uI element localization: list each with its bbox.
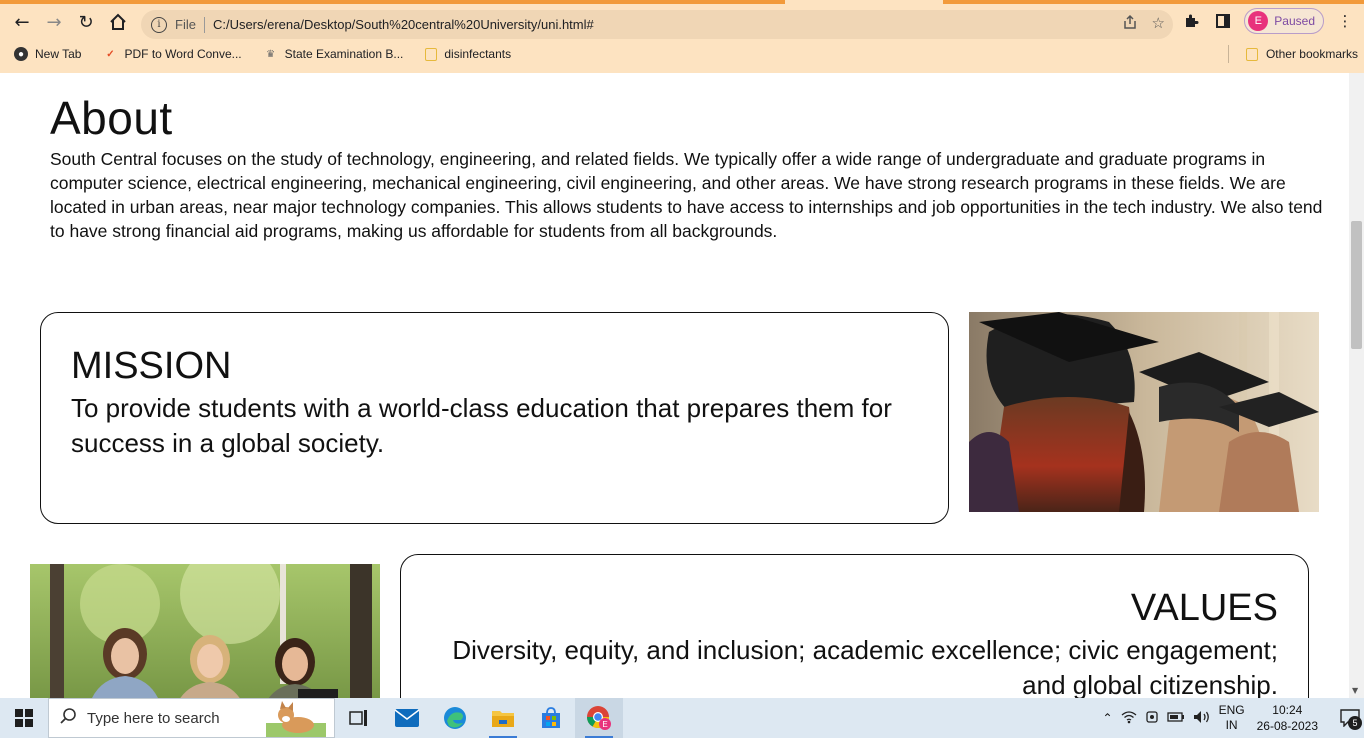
students-photo [30, 564, 380, 698]
bookmark-label: New Tab [35, 47, 82, 61]
home-icon[interactable] [102, 6, 134, 38]
mission-text: To provide students with a world-class e… [71, 393, 892, 458]
notifications-button[interactable]: 5 [1336, 698, 1364, 738]
folder-icon [1245, 47, 1258, 61]
side-panel-icon[interactable] [1212, 10, 1234, 32]
scroll-down-icon[interactable]: ▼ [1352, 686, 1358, 695]
mission-card: MISSION To provide students with a world… [40, 312, 949, 524]
network-icon[interactable] [1121, 710, 1137, 727]
about-paragraph: South Central focuses on the study of te… [50, 149, 1323, 241]
search-placeholder: Type here to search [87, 709, 220, 727]
input-language[interactable]: ENG IN [1219, 703, 1245, 733]
language-code: ENG [1218, 703, 1245, 717]
search-highlight-image [266, 701, 326, 737]
share-icon[interactable] [1122, 14, 1138, 34]
page-viewport: About South Central focuses on the study… [0, 73, 1364, 698]
clock-date: 26-08-2023 [1256, 719, 1318, 733]
emblem-icon: ♛ [266, 48, 276, 60]
globe-icon: ● [14, 47, 28, 61]
windows-logo-icon [15, 709, 33, 727]
bookmarks-bar: ● New Tab ✓ PDF to Word Conve... ♛ State… [0, 42, 1364, 66]
notification-count: 5 [1348, 716, 1362, 730]
avatar: E [1248, 11, 1269, 31]
address-divider [203, 16, 205, 33]
bookmark-disinfectants[interactable]: disinfectants [425, 47, 511, 61]
region-code: IN [1225, 718, 1238, 732]
forward-icon[interactable]: → [38, 6, 70, 38]
chrome-icon[interactable]: E [575, 698, 623, 738]
battery-icon[interactable] [1166, 711, 1185, 726]
bookmark-star-icon[interactable]: ☆ [1152, 14, 1165, 34]
other-bookmarks-label: Other bookmarks [1265, 47, 1358, 61]
url-text[interactable]: C:/Users/erena/Desktop/South%20central%2… [213, 17, 594, 32]
store-icon[interactable] [527, 698, 575, 738]
bookmarks-divider [1228, 45, 1229, 63]
browser-chrome: ← → ↻ i File C:/Users/erena/Desktop/Sout… [0, 0, 1364, 73]
chevron-up-icon[interactable]: ⌃ [1103, 711, 1113, 725]
bookmark-pdf-to-word[interactable]: ✓ PDF to Word Conve... [103, 47, 241, 61]
reload-icon[interactable]: ↻ [70, 6, 102, 38]
profile-status: Paused [1274, 14, 1315, 28]
menu-dots-icon[interactable]: ⋮ [1334, 10, 1356, 32]
other-bookmarks[interactable]: Other bookmarks [1245, 47, 1358, 61]
bookmark-label: PDF to Word Conve... [124, 47, 242, 61]
meet-now-icon[interactable] [1145, 710, 1159, 727]
windows-taskbar: Type here to search E ⌃ ENG IN 10:24 26-… [0, 698, 1364, 738]
folder-icon [425, 47, 438, 61]
bookmark-new-tab[interactable]: ● New Tab [14, 47, 81, 61]
values-text: Diversity, equity, and inclusion; academ… [452, 635, 1278, 698]
bookmark-state-examination[interactable]: ♛ State Examination B... [264, 47, 404, 61]
volume-icon[interactable] [1193, 710, 1211, 727]
edge-icon[interactable] [431, 698, 479, 738]
mail-icon[interactable] [383, 698, 431, 738]
page-scrollbar[interactable]: ▼ [1349, 73, 1364, 698]
extensions-icon[interactable] [1180, 10, 1202, 32]
mission-heading: MISSION [71, 345, 232, 387]
address-bar[interactable]: i File C:/Users/erena/Desktop/South%20ce… [141, 10, 1173, 39]
bookmark-label: State Examination B... [284, 47, 404, 61]
start-button[interactable] [0, 698, 48, 738]
about-heading: About [50, 92, 173, 144]
clock[interactable]: 10:24 26-08-2023 [1257, 702, 1318, 734]
scrollbar-thumb[interactable] [1351, 221, 1362, 349]
system-tray: ⌃ ENG IN 10:24 26-08-2023 5 [1103, 698, 1364, 738]
profile-button[interactable]: E Paused [1244, 8, 1324, 34]
values-heading: VALUES [1130, 587, 1278, 629]
taskbar-search[interactable]: Type here to search [48, 698, 335, 738]
graduation-photo [969, 312, 1319, 512]
file-explorer-icon[interactable] [479, 698, 527, 738]
values-card: VALUES Diversity, equity, and inclusion;… [400, 554, 1309, 698]
browser-toolbar: ← → ↻ i File C:/Users/erena/Desktop/Sout… [0, 4, 1364, 40]
task-view-icon[interactable] [335, 698, 383, 738]
pdf-icon: ✓ [106, 48, 115, 60]
svg-text:E: E [602, 720, 607, 729]
back-icon[interactable]: ← [6, 6, 38, 38]
clock-time: 10:24 [1272, 703, 1303, 717]
scheme-label: File [175, 17, 196, 32]
search-icon [59, 707, 77, 729]
site-info-icon[interactable]: i [151, 16, 167, 33]
bookmark-label: disinfectants [444, 47, 512, 61]
